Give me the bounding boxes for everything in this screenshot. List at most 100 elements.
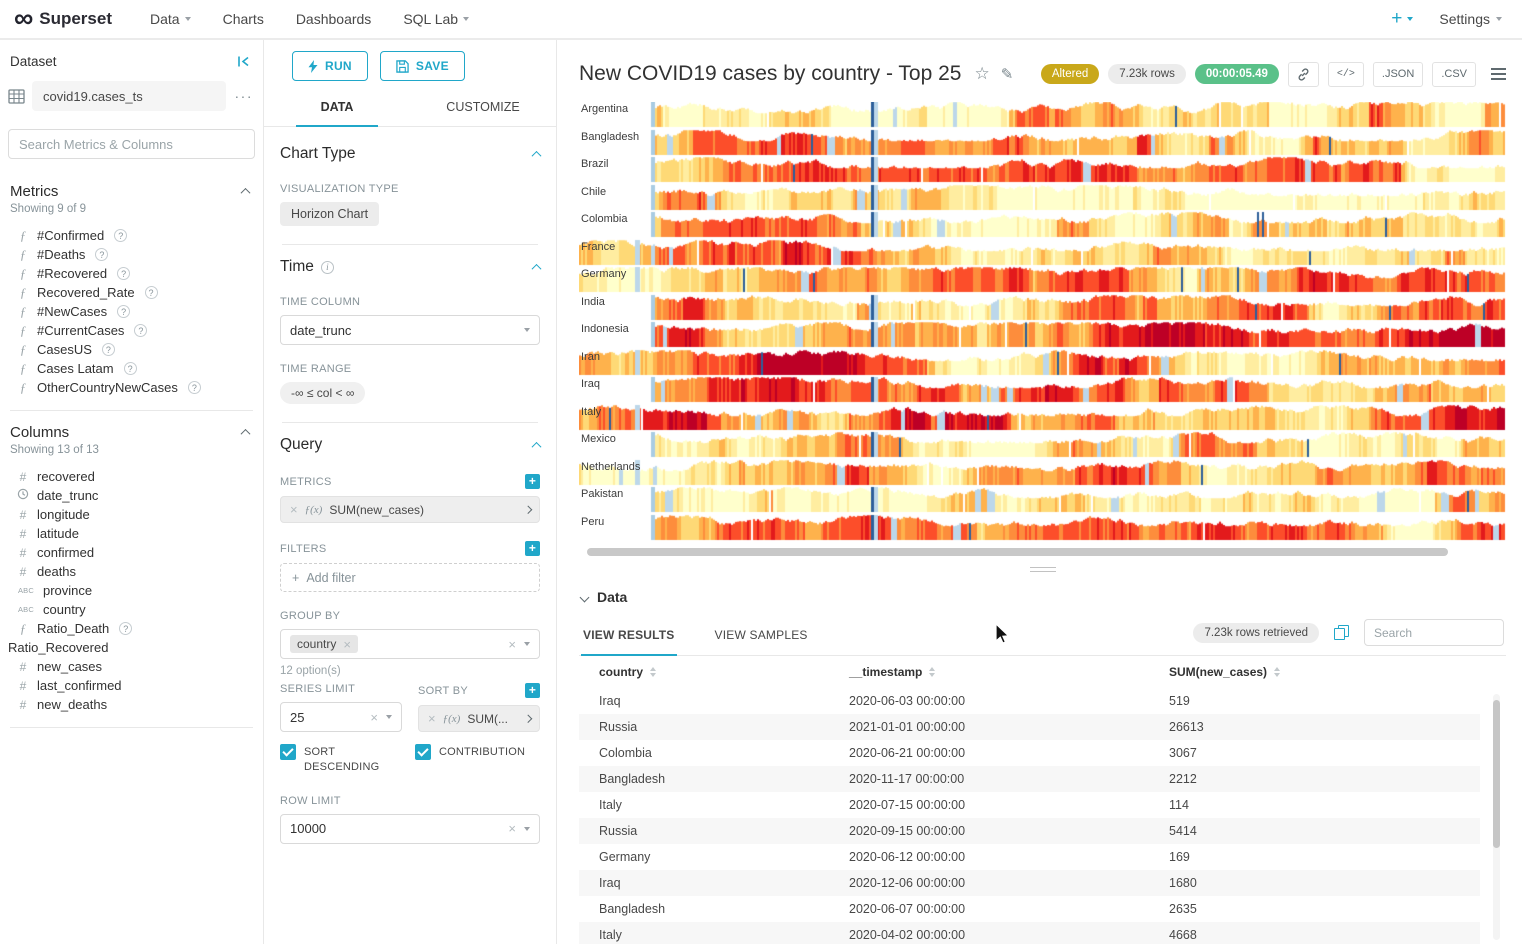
- row-limit-select[interactable]: 10000 ×: [280, 814, 540, 844]
- time-range-chip[interactable]: -∞ ≤ col < ∞: [280, 382, 365, 404]
- save-button[interactable]: SAVE: [380, 51, 465, 81]
- metric-item[interactable]: ƒRecovered_Rate?: [8, 283, 255, 302]
- column-header-country[interactable]: country: [579, 656, 829, 688]
- column-item[interactable]: Ratio_Recovered: [8, 638, 255, 657]
- settings-menu[interactable]: Settings: [1439, 11, 1502, 27]
- collapse-data-icon[interactable]: [580, 592, 590, 602]
- metric-chip[interactable]: × ƒ(x) SUM(new_cases): [280, 496, 540, 523]
- collapse-section-icon[interactable]: [532, 441, 542, 451]
- nav-item-charts[interactable]: Charts: [223, 11, 264, 27]
- copy-link-button[interactable]: [1288, 62, 1319, 87]
- table-row[interactable]: Italy2020-04-02 00:00:004668: [579, 922, 1480, 944]
- column-item[interactable]: ABCcountry: [8, 600, 255, 619]
- clear-select-icon[interactable]: ×: [370, 711, 378, 724]
- metrics-columns-search[interactable]: [8, 129, 255, 159]
- metric-item[interactable]: ƒ#Recovered?: [8, 264, 255, 283]
- add-sort-by-button[interactable]: +: [525, 683, 540, 698]
- run-button[interactable]: RUN: [292, 51, 368, 81]
- dataset-name[interactable]: covid19.cases_ts: [32, 81, 226, 111]
- sort-icon[interactable]: [929, 667, 935, 677]
- nav-item-data[interactable]: Data: [150, 11, 191, 27]
- remove-sort-by-icon[interactable]: ×: [428, 712, 436, 725]
- column-item[interactable]: #recovered: [8, 467, 255, 486]
- tab-data[interactable]: DATA: [264, 90, 410, 126]
- remove-group-by-icon[interactable]: ×: [343, 638, 351, 651]
- column-item[interactable]: date_trunc: [8, 486, 255, 505]
- column-item[interactable]: #latitude: [8, 524, 255, 543]
- viz-type-chip[interactable]: Horizon Chart: [280, 202, 379, 226]
- copy-data-icon[interactable]: [1334, 625, 1349, 640]
- chevron-right-icon[interactable]: [523, 715, 531, 723]
- column-header--timestamp[interactable]: __timestamp: [829, 656, 1149, 688]
- add-filter-plus-button[interactable]: +: [525, 541, 540, 556]
- metric-item[interactable]: ƒOtherCountryNewCases?: [8, 378, 255, 397]
- collapse-section-icon[interactable]: [532, 263, 542, 273]
- horizontal-scrollbar-thumb[interactable]: [587, 548, 1448, 556]
- chevron-right-icon[interactable]: [523, 506, 531, 514]
- table-row[interactable]: Colombia2020-06-21 00:00:003067: [579, 740, 1480, 766]
- tab-view-samples[interactable]: VIEW SAMPLES: [713, 620, 810, 655]
- clear-select-icon[interactable]: ×: [508, 638, 516, 651]
- favorite-star-icon[interactable]: ☆: [974, 64, 989, 84]
- time-column-select[interactable]: date_trunc: [280, 315, 540, 345]
- table-row[interactable]: Bangladesh2020-11-17 00:00:002212: [579, 766, 1480, 792]
- export-csv-button[interactable]: .CSV: [1432, 62, 1476, 87]
- results-search-input[interactable]: [1364, 619, 1504, 646]
- chart-menu-icon[interactable]: [1491, 68, 1506, 80]
- table-row[interactable]: Italy2020-07-15 00:00:00114: [579, 792, 1480, 818]
- edit-title-icon[interactable]: ✎: [1001, 65, 1014, 83]
- column-item[interactable]: #deaths: [8, 562, 255, 581]
- collapse-panel-icon[interactable]: [236, 55, 251, 68]
- series-limit-select[interactable]: 25 ×: [280, 702, 402, 732]
- table-row[interactable]: Iraq2020-12-06 00:00:001680: [579, 870, 1480, 896]
- metric-item[interactable]: ƒ#Confirmed?: [8, 226, 255, 245]
- tab-view-results[interactable]: VIEW RESULTS: [581, 620, 677, 655]
- superset-logo-icon[interactable]: ∞: [14, 5, 33, 32]
- export-json-button[interactable]: .JSON: [1373, 62, 1423, 87]
- contribution-checkbox[interactable]: CONTRIBUTION: [415, 744, 540, 775]
- new-item-button[interactable]: +: [1391, 8, 1413, 30]
- column-item[interactable]: #last_confirmed: [8, 676, 255, 695]
- sort-by-chip[interactable]: × ƒ(x) SUM(...: [418, 705, 540, 732]
- column-header-sum-new-cases-[interactable]: SUM(new_cases): [1149, 656, 1480, 688]
- tab-customize[interactable]: CUSTOMIZE: [410, 90, 556, 126]
- table-row[interactable]: Russia2021-01-01 00:00:0026613: [579, 714, 1480, 740]
- column-item[interactable]: #new_cases: [8, 657, 255, 676]
- brand-name[interactable]: Superset: [39, 9, 112, 29]
- collapse-columns-icon[interactable]: [241, 429, 251, 439]
- embed-code-button[interactable]: </>: [1328, 62, 1364, 87]
- metric-item[interactable]: ƒCasesUS?: [8, 340, 255, 359]
- table-row[interactable]: Russia2020-09-15 00:00:005414: [579, 818, 1480, 844]
- table-row[interactable]: Bangladesh2020-06-07 00:00:002635: [579, 896, 1480, 922]
- clear-select-icon[interactable]: ×: [508, 822, 516, 835]
- sort-icon[interactable]: [1274, 667, 1280, 677]
- nav-item-sql-lab[interactable]: SQL Lab: [403, 11, 469, 27]
- altered-badge[interactable]: Altered: [1041, 64, 1099, 84]
- search-input[interactable]: [8, 129, 255, 159]
- column-item[interactable]: #longitude: [8, 505, 255, 524]
- panel-resize-handle[interactable]: [579, 557, 1506, 581]
- column-item[interactable]: #new_deaths: [8, 695, 255, 714]
- dataset-options-icon[interactable]: ···: [233, 88, 256, 104]
- collapse-metrics-icon[interactable]: [241, 188, 251, 198]
- metric-item[interactable]: ƒCases Latam?: [8, 359, 255, 378]
- group-by-select[interactable]: country × ×: [280, 629, 540, 659]
- add-metric-button[interactable]: +: [525, 474, 540, 489]
- column-item[interactable]: ABCprovince: [8, 581, 255, 600]
- metric-item[interactable]: ƒ#Deaths?: [8, 245, 255, 264]
- sort-icon[interactable]: [650, 667, 656, 677]
- collapse-section-icon[interactable]: [532, 150, 542, 160]
- add-filter-button[interactable]: + Add filter: [280, 563, 540, 592]
- horizon-chart[interactable]: ArgentinaBangladeshBrazilChileColombiaFr…: [579, 102, 1506, 542]
- column-item[interactable]: ƒRatio_Death?: [8, 619, 255, 638]
- metric-item[interactable]: ƒ#CurrentCases?: [8, 321, 255, 340]
- table-row[interactable]: Germany2020-06-12 00:00:00169: [579, 844, 1480, 870]
- vertical-scrollbar-thumb[interactable]: [1493, 700, 1500, 848]
- nav-item-dashboards[interactable]: Dashboards: [296, 11, 372, 27]
- remove-metric-icon[interactable]: ×: [290, 503, 298, 516]
- column-item[interactable]: #confirmed: [8, 543, 255, 562]
- group-by-chip[interactable]: country ×: [290, 635, 358, 653]
- metric-item[interactable]: ƒ#NewCases?: [8, 302, 255, 321]
- table-row[interactable]: Iraq2020-06-03 00:00:00519: [579, 688, 1480, 714]
- sort-descending-checkbox[interactable]: SORT DESCENDING: [280, 744, 405, 775]
